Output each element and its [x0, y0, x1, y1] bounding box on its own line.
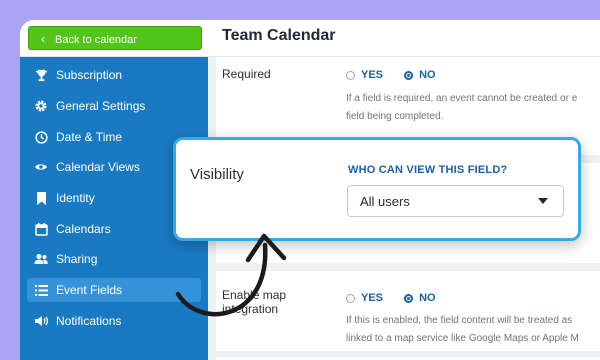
sidebar-item-label: General Settings: [56, 99, 146, 113]
curved-arrow-icon: [175, 233, 287, 317]
list-icon: [34, 283, 48, 297]
sidebar-item-label: Subscription: [56, 68, 123, 82]
sidebar-item-label: Date & Time: [56, 130, 123, 144]
map-no-radio[interactable]: NO: [404, 292, 436, 304]
gear-icon: [34, 99, 48, 113]
top-bar: ‹ Back to calendar Team Calendar: [20, 20, 600, 57]
visibility-select-value: All users: [360, 194, 410, 209]
speaker-icon: [34, 314, 48, 328]
sidebar-item-subscription[interactable]: Subscription: [27, 63, 201, 87]
map-yes-radio[interactable]: YES: [346, 292, 383, 304]
bookmark-icon: [34, 191, 48, 205]
sidebar-item-label: Calendars: [56, 222, 111, 236]
required-no-radio[interactable]: NO: [404, 69, 436, 81]
required-yes-radio[interactable]: YES: [346, 69, 383, 81]
back-button-label: Back to calendar: [55, 34, 137, 46]
sidebar-item-label: Notifications: [56, 314, 122, 328]
map-help-text: If this is enabled, the field content wi…: [346, 315, 579, 344]
map-radio-group: YES NO: [346, 292, 454, 304]
page-title: Team Calendar: [222, 27, 336, 44]
sidebar-item-label: Event Fields: [56, 283, 123, 297]
caret-down-icon: [538, 198, 548, 204]
required-help-text: If a field is required, an event cannot …: [346, 93, 578, 122]
sidebar-item-label: Sharing: [56, 252, 98, 266]
eye-icon: [34, 160, 48, 174]
visibility-select[interactable]: All users: [347, 185, 564, 217]
back-to-calendar-button[interactable]: ‹ Back to calendar: [28, 26, 202, 50]
sidebar-item-label: Identity: [56, 191, 95, 205]
sidebar-item-general-settings[interactable]: General Settings: [27, 94, 201, 118]
calendar-icon: [34, 222, 48, 236]
visibility-question: WHO CAN VIEW THIS FIELD?: [348, 164, 508, 176]
required-radio-group: YES NO: [346, 69, 454, 81]
trophy-icon: [34, 68, 48, 82]
sidebar-item-label: Calendar Views: [56, 160, 140, 174]
users-icon: [34, 252, 48, 266]
visibility-label: Visibility: [190, 166, 244, 183]
clock-icon: [34, 130, 48, 144]
chevron-left-icon: ‹: [41, 32, 45, 46]
required-label: Required: [222, 67, 271, 81]
